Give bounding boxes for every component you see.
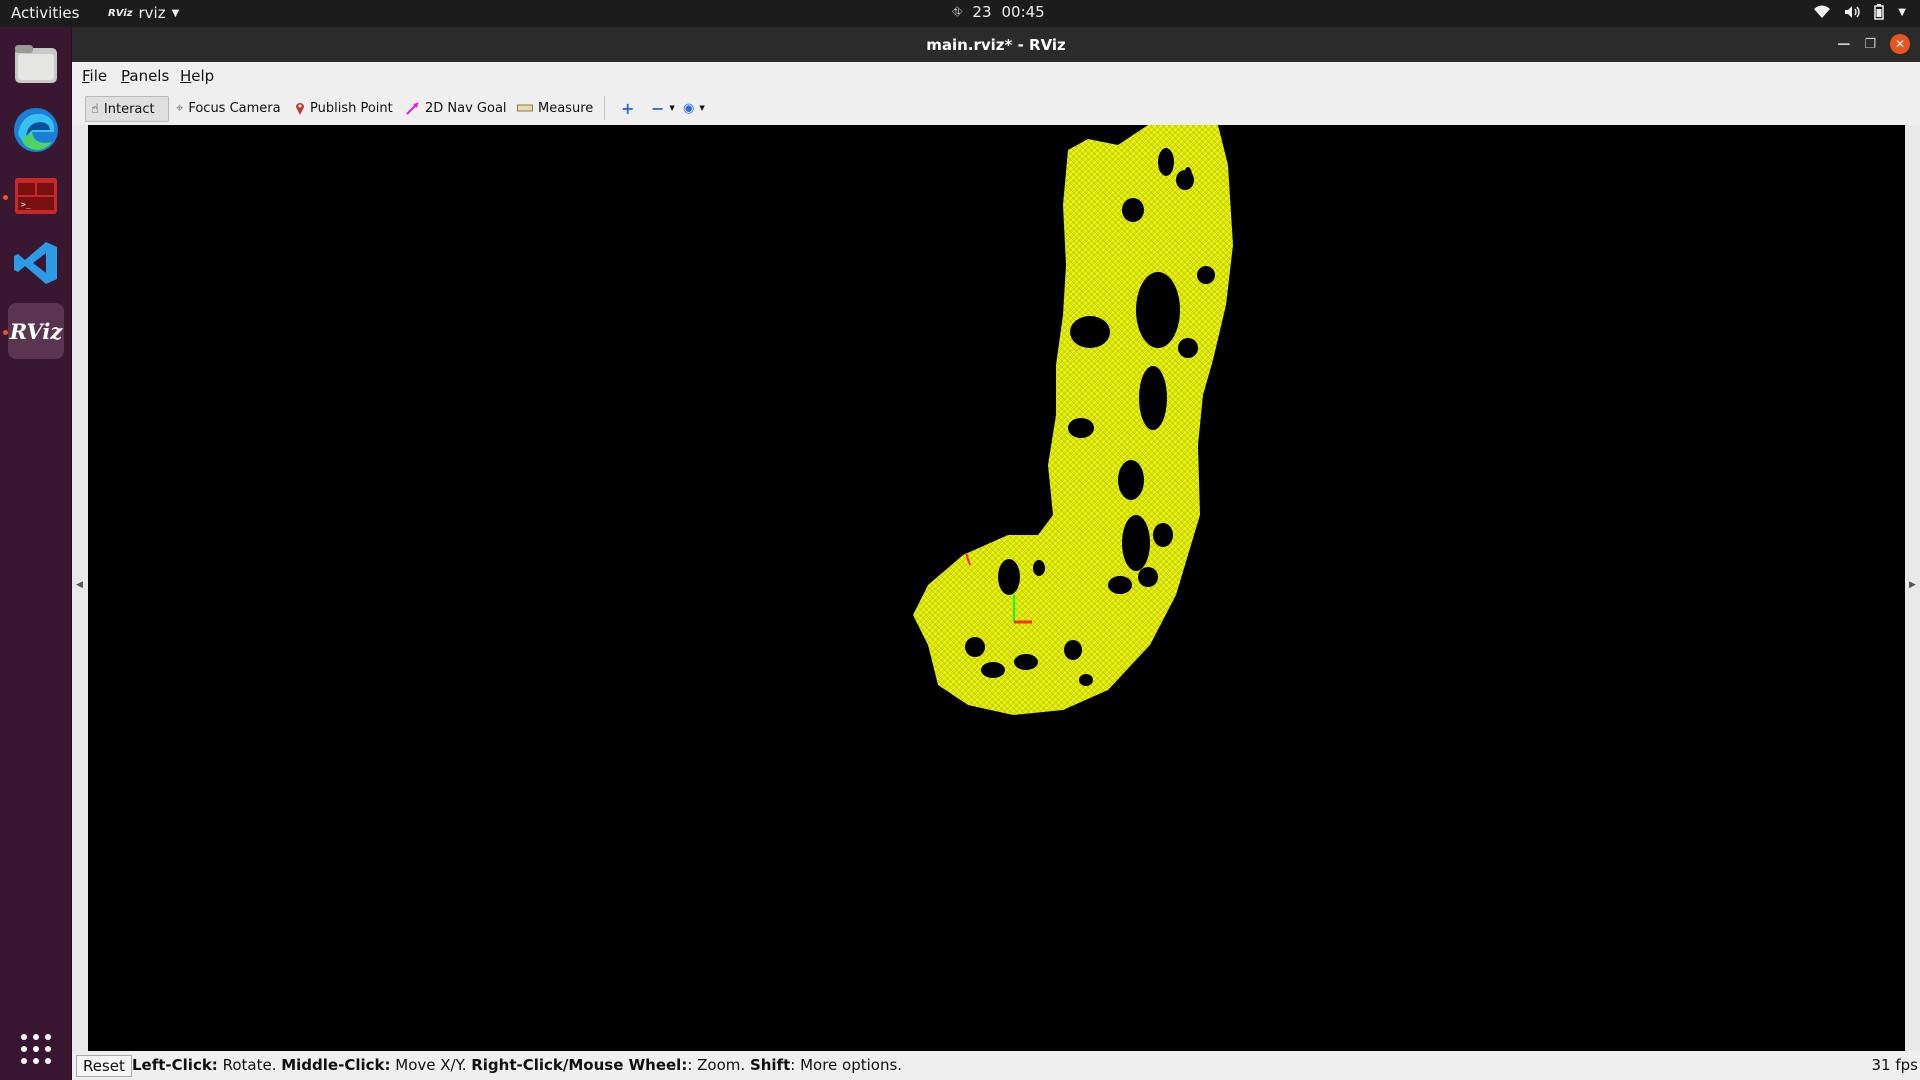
clock[interactable]: ⛗ 23 00:45 <box>952 3 1045 21</box>
activities-button[interactable]: Activities <box>11 4 79 22</box>
dock: >_ RViz <box>0 27 72 1080</box>
system-top-bar: Activities RViz rviz ▼ ⛗ 23 00:45 ▼ <box>0 0 1920 27</box>
dock-item-files[interactable] <box>8 36 64 92</box>
rviz-icon: RViz <box>9 318 63 344</box>
help-right-click-action: : Zoom. <box>687 1056 750 1074</box>
chevron-down-icon: ▼ <box>1898 6 1906 18</box>
dock-item-rviz[interactable]: RViz <box>8 303 64 359</box>
menu-file[interactable]: File <box>82 67 107 85</box>
tool-interact[interactable]: ☝ Interact <box>85 96 169 122</box>
grid-icon <box>21 1034 51 1064</box>
menu-help[interactable]: Help <box>180 67 214 85</box>
status-bar: Reset Left-Click: Rotate. Middle-Click: … <box>72 1051 1920 1080</box>
reset-button[interactable]: Reset <box>76 1055 132 1077</box>
tool-properties-button[interactable]: ◉ ▼ <box>678 96 710 120</box>
tool-focus-camera[interactable]: ⌖ Focus Camera <box>171 96 286 120</box>
window-title: main.rviz* - RViz <box>926 36 1066 54</box>
show-applications-button[interactable] <box>8 1021 64 1077</box>
hand-icon: ☝ <box>91 101 99 117</box>
help-middle-click-action: Move X/Y. <box>390 1056 472 1074</box>
arrow-icon <box>406 102 419 115</box>
files-icon <box>15 45 57 83</box>
menu-panels[interactable]: Panels <box>121 67 169 85</box>
chevron-right-icon: ▶ <box>1909 580 1916 590</box>
chevron-left-icon: ◀ <box>76 580 83 590</box>
help-right-click-key: Right-Click/Mouse Wheel: <box>471 1056 688 1074</box>
menu-bar: File Panels Help <box>72 62 1920 88</box>
map-pin-icon <box>296 103 304 115</box>
menu-file-label: ile <box>89 67 108 85</box>
terminal-icon: >_ <box>15 178 57 214</box>
fps-counter: 31 fps <box>1871 1056 1918 1074</box>
tool-2d-nav-goal-label: 2D Nav Goal <box>425 100 507 116</box>
ruler-icon <box>517 104 533 112</box>
menu-file-mnemonic: F <box>82 67 90 85</box>
menu-help-label: elp <box>191 67 215 85</box>
wifi-icon <box>1814 5 1831 18</box>
clock-date: 23 <box>972 3 992 21</box>
tool-interact-label: Interact <box>103 101 155 117</box>
chevron-down-icon: ▼ <box>699 104 705 112</box>
battery-icon <box>1874 4 1885 20</box>
app-menu-label: rviz <box>138 4 166 22</box>
close-button[interactable]: ✕ <box>1890 34 1910 54</box>
tool-measure[interactable]: Measure <box>512 96 598 120</box>
left-dock-collapse-handle[interactable]: ◀ <box>72 125 88 1051</box>
right-dock-collapse-handle[interactable]: ▶ <box>1905 125 1920 1051</box>
tool-focus-camera-label: Focus Camera <box>188 100 281 116</box>
volume-icon <box>1845 6 1861 18</box>
remove-tool-button[interactable]: − ▼ <box>646 96 680 120</box>
help-shift-action: : More options. <box>790 1056 903 1074</box>
minus-icon: − <box>651 98 665 118</box>
eye-icon: ◉ <box>683 100 695 116</box>
dock-item-edge[interactable] <box>8 102 64 158</box>
tool-publish-point[interactable]: Publish Point <box>290 96 398 120</box>
help-left-click-key: Left-Click: <box>132 1056 218 1074</box>
render-viewport[interactable] <box>88 125 1905 1051</box>
crosshair-icon: ⌖ <box>176 100 184 116</box>
clock-time: 00:45 <box>1001 3 1045 21</box>
window-titlebar[interactable]: main.rviz* - RViz — ❐ ✕ <box>72 27 1920 62</box>
edge-icon <box>14 108 58 152</box>
menu-panels-label: anels <box>129 67 170 85</box>
help-middle-click-key: Middle-Click: <box>281 1056 391 1074</box>
help-shift-key: Shift <box>749 1056 791 1074</box>
tool-bar: ☝ Interact ⌖ Focus Camera Publish Point … <box>72 88 1920 129</box>
tool-publish-point-label: Publish Point <box>310 100 393 116</box>
tool-2d-nav-goal[interactable]: 2D Nav Goal <box>401 96 512 120</box>
chevron-down-icon: ▼ <box>669 104 675 112</box>
minimize-button[interactable]: — <box>1837 37 1850 52</box>
help-left-click-action: Rotate. <box>217 1056 282 1074</box>
point-cloud-map <box>913 125 1233 715</box>
chevron-down-icon: ▼ <box>171 7 180 19</box>
add-tool-button[interactable]: + <box>616 96 639 120</box>
dock-item-vscode[interactable] <box>8 235 64 291</box>
help-text: Left-Click: Rotate. Middle-Click: Move X… <box>132 1056 902 1074</box>
toolbar-separator <box>604 96 605 120</box>
vscode-icon <box>14 242 57 284</box>
dock-item-terminal[interactable]: >_ <box>8 168 64 224</box>
system-tray[interactable]: ▼ <box>1814 4 1906 20</box>
svg-text:>_: >_ <box>21 200 31 209</box>
rviz-window: main.rviz* - RViz — ❐ ✕ File Panels Help… <box>72 27 1920 1080</box>
plus-icon: + <box>621 98 635 118</box>
notification-icon: ⛗ <box>952 4 963 20</box>
app-menu[interactable]: RViz rviz ▼ <box>108 4 179 22</box>
tool-measure-label: Measure <box>538 100 594 116</box>
point-cloud-render <box>913 125 1233 715</box>
app-menu-icon: RViz <box>108 7 133 19</box>
maximize-button[interactable]: ❐ <box>1864 37 1876 52</box>
menu-help-mnemonic: H <box>180 67 192 85</box>
